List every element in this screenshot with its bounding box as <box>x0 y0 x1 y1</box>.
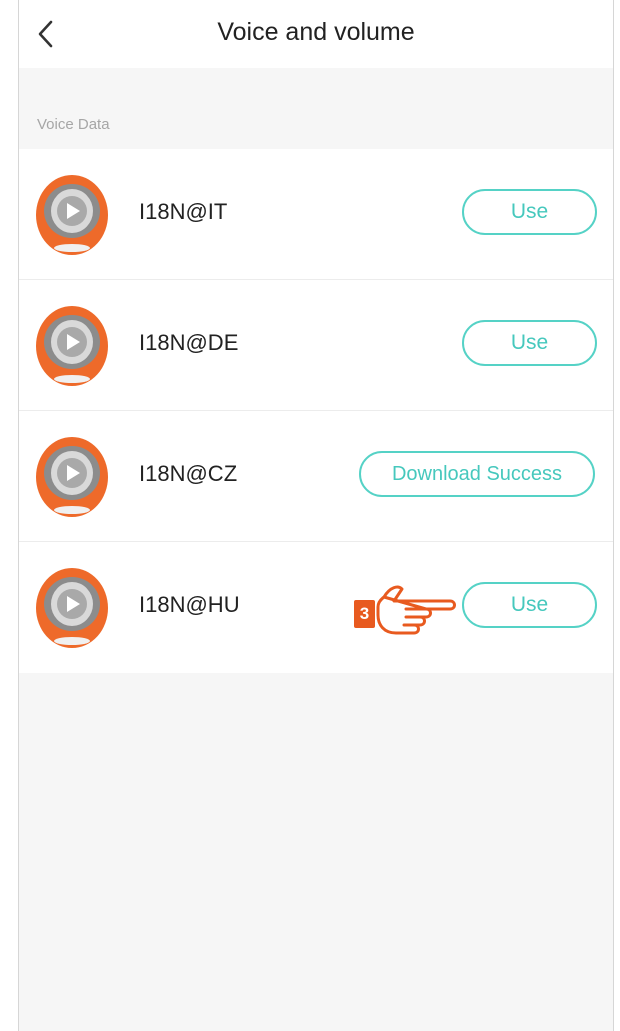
voice-avatar-icon <box>36 437 108 517</box>
list-item: I18N@HU Use <box>19 542 613 673</box>
voice-avatar-icon <box>36 175 108 255</box>
section-label: Voice Data <box>37 116 110 133</box>
use-button[interactable]: Use <box>462 582 597 628</box>
page-title: Voice and volume <box>217 18 415 46</box>
use-button[interactable]: Use <box>462 320 597 366</box>
voice-name: I18N@DE <box>139 330 239 355</box>
list-item: I18N@CZ Download Success <box>19 411 613 542</box>
voice-list: I18N@IT Use I18N@DE Use I18N@CZ Download… <box>19 149 613 673</box>
top-bar: Voice and volume <box>19 0 613 68</box>
voice-avatar-icon <box>36 306 108 386</box>
list-item: I18N@DE Use <box>19 280 613 411</box>
list-item: I18N@IT Use <box>19 149 613 280</box>
phone-screen: Voice and volume Voice Data I18N@IT Use <box>18 0 614 1031</box>
download-success-button[interactable]: Download Success <box>359 451 595 497</box>
voice-name: I18N@HU <box>139 592 240 617</box>
voice-avatar-icon <box>36 568 108 648</box>
step-badge: 3 <box>354 600 375 628</box>
voice-name: I18N@IT <box>139 199 228 224</box>
use-button[interactable]: Use <box>462 189 597 235</box>
voice-name: I18N@CZ <box>139 461 238 486</box>
